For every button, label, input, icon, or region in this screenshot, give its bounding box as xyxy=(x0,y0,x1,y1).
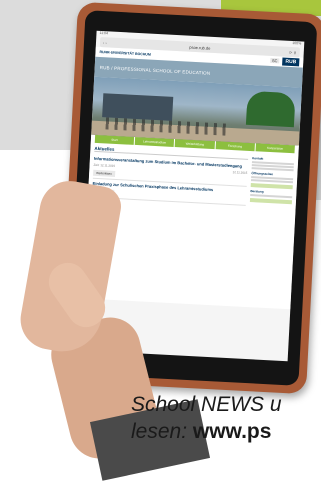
news-date-right: 12.11.2015 xyxy=(232,170,248,175)
page-header-title: RUB / PROFESSIONAL SCHOOL OF EDUCATION xyxy=(99,64,211,76)
hero-image xyxy=(91,76,302,146)
sc-badge: SC xyxy=(269,57,280,64)
hero-building xyxy=(102,93,174,121)
read-more-button[interactable]: Weiterlesen xyxy=(93,169,116,177)
back-forward-icon[interactable]: ‹ › xyxy=(103,40,107,45)
caption: School NEWS u lesen: www.ps xyxy=(131,391,321,445)
sidebar: Kontakt Öffnungszeiten Beratung xyxy=(245,154,295,306)
university-name: RUHR-UNIVERSITÄT BOCHUM xyxy=(99,49,151,57)
rub-logo[interactable]: RUB xyxy=(282,57,300,67)
caption-line-2-prefix: lesen: xyxy=(131,420,193,443)
caption-url: www.ps xyxy=(192,420,272,443)
caption-line-2: lesen: www.ps xyxy=(131,418,321,445)
share-icon[interactable]: ⟳ ⬆ xyxy=(289,49,297,54)
sidebar-button[interactable] xyxy=(249,198,293,205)
address-text: psoe.rub.de xyxy=(189,44,211,51)
news-date: Zeit: 12.11.2015 xyxy=(93,162,116,168)
caption-line-1: School NEWS u xyxy=(131,393,282,416)
hero-trees xyxy=(245,90,296,128)
sidebar-button[interactable] xyxy=(250,183,293,190)
